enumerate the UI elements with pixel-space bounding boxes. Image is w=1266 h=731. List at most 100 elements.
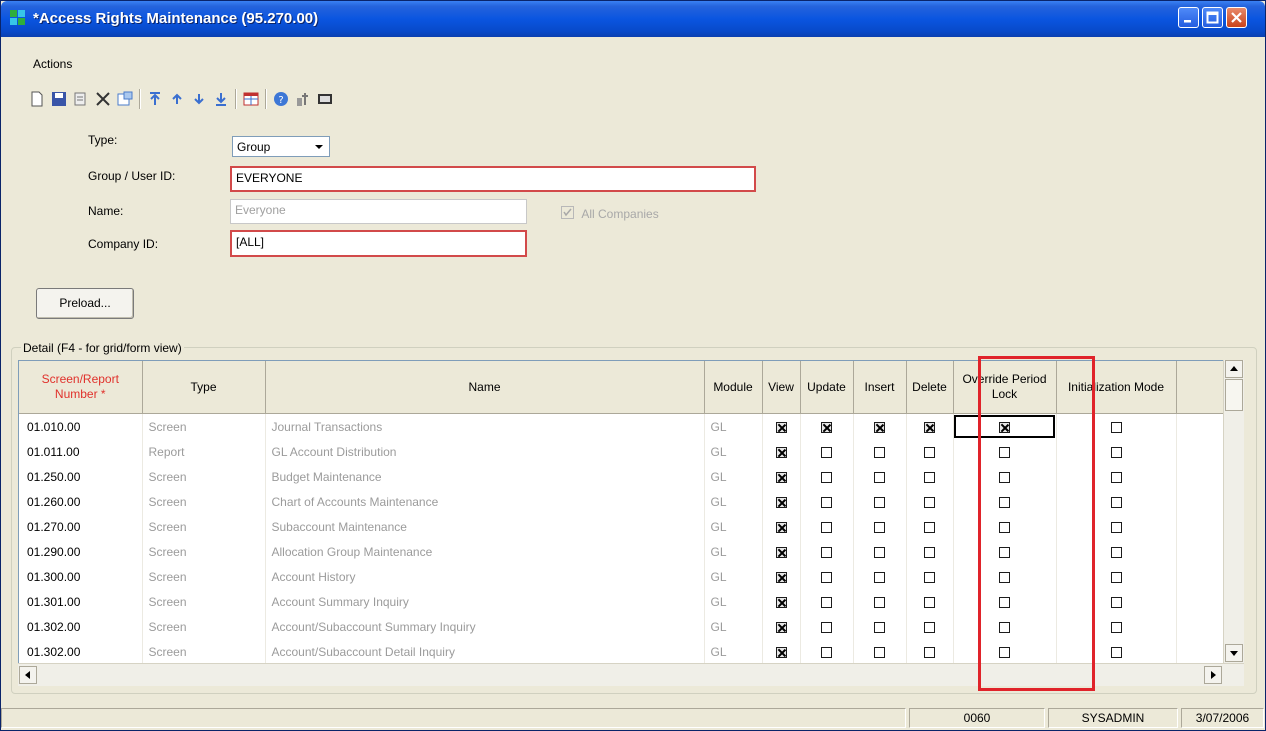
checkbox-unchecked-icon[interactable] bbox=[999, 621, 1010, 633]
checkbox-unchecked-icon[interactable] bbox=[821, 571, 832, 583]
preload-button[interactable]: Preload... bbox=[36, 288, 134, 319]
cell-module[interactable]: GL bbox=[704, 514, 763, 539]
checkbox-unchecked-icon[interactable] bbox=[821, 646, 832, 658]
cell-name[interactable]: Allocation Group Maintenance bbox=[265, 539, 705, 564]
cell-name[interactable]: Budget Maintenance bbox=[265, 464, 705, 489]
checkbox-unchecked-icon[interactable] bbox=[1110, 646, 1122, 658]
cell-module[interactable]: GL bbox=[704, 639, 763, 663]
checkbox-unchecked-icon[interactable] bbox=[924, 471, 935, 483]
table-row[interactable]: 01.301.00 Screen Account Summary Inquiry GL bbox=[19, 589, 1223, 614]
checkbox-checked-icon[interactable] bbox=[775, 621, 787, 633]
checkbox-unchecked-icon[interactable] bbox=[924, 596, 935, 608]
cell-name[interactable]: Journal Transactions bbox=[265, 413, 705, 439]
checkbox-unchecked-icon[interactable] bbox=[999, 471, 1010, 483]
close-icon[interactable] bbox=[1226, 7, 1247, 28]
checkbox-unchecked-icon[interactable] bbox=[1110, 546, 1122, 558]
cell-number[interactable]: 01.302.00 bbox=[19, 614, 143, 639]
col-type[interactable]: Type bbox=[142, 361, 266, 414]
help-icon[interactable]: ? bbox=[271, 89, 291, 109]
checkbox-unchecked-icon[interactable] bbox=[1110, 521, 1122, 533]
save-icon[interactable] bbox=[49, 89, 69, 109]
new-icon[interactable] bbox=[27, 89, 47, 109]
cancel-icon[interactable] bbox=[115, 89, 135, 109]
title-bar[interactable]: *Access Rights Maintenance (95.270.00) bbox=[1, 1, 1265, 37]
checkbox-unchecked-icon[interactable] bbox=[999, 571, 1010, 583]
cell-name[interactable]: Account/Subaccount Summary Inquiry bbox=[265, 614, 705, 639]
group-user-id-field[interactable]: EVERYONE bbox=[230, 166, 756, 192]
detail-grid[interactable]: Screen/Report Number * Type Name Module … bbox=[18, 360, 1224, 664]
cell-name[interactable]: GL Account Distribution bbox=[265, 439, 705, 464]
table-row[interactable]: 01.300.00 Screen Account History GL bbox=[19, 564, 1223, 589]
checkbox-unchecked-icon[interactable] bbox=[924, 496, 935, 508]
checkbox-unchecked-icon[interactable] bbox=[1110, 596, 1122, 608]
cell-number[interactable]: 01.010.00 bbox=[19, 413, 143, 439]
cell-type[interactable]: Screen bbox=[142, 639, 266, 663]
cell-number[interactable]: 01.301.00 bbox=[19, 589, 143, 614]
cell-type[interactable]: Report bbox=[142, 439, 266, 464]
prev-icon[interactable] bbox=[167, 89, 187, 109]
cell-module[interactable]: GL bbox=[704, 539, 763, 564]
last-icon[interactable] bbox=[211, 89, 231, 109]
checkbox-unchecked-icon[interactable] bbox=[924, 546, 935, 558]
checkbox-unchecked-icon[interactable] bbox=[924, 621, 935, 633]
scroll-down-icon[interactable] bbox=[1225, 644, 1243, 662]
checkbox-unchecked-icon[interactable] bbox=[821, 446, 832, 458]
cell-type[interactable]: Screen bbox=[142, 514, 266, 539]
col-view[interactable]: View bbox=[762, 361, 801, 414]
checkbox-unchecked-icon[interactable] bbox=[999, 546, 1010, 558]
checkbox-unchecked-icon[interactable] bbox=[821, 596, 832, 608]
cell-number[interactable]: 01.300.00 bbox=[19, 564, 143, 589]
cell-type[interactable]: Screen bbox=[142, 564, 266, 589]
table-row[interactable]: 01.250.00 Screen Budget Maintenance GL bbox=[19, 464, 1223, 489]
cell-module[interactable]: GL bbox=[704, 464, 763, 489]
horizontal-scrollbar[interactable] bbox=[18, 663, 1244, 686]
col-delete[interactable]: Delete bbox=[906, 361, 954, 414]
checkbox-checked-icon[interactable] bbox=[775, 421, 787, 433]
next-icon[interactable] bbox=[189, 89, 209, 109]
customize-icon[interactable] bbox=[293, 89, 313, 109]
checkbox-checked-icon[interactable] bbox=[775, 646, 787, 658]
table-row[interactable]: 01.260.00 Screen Chart of Accounts Mainten… bbox=[19, 489, 1223, 514]
cell-module[interactable]: GL bbox=[704, 439, 763, 464]
cell-name[interactable]: Chart of Accounts Maintenance bbox=[265, 489, 705, 514]
cell-number[interactable]: 01.260.00 bbox=[19, 489, 143, 514]
cell-number[interactable]: 01.270.00 bbox=[19, 514, 143, 539]
checkbox-unchecked-icon[interactable] bbox=[821, 496, 832, 508]
table-row[interactable]: 01.302.00 Screen Account/Subaccount Summar… bbox=[19, 614, 1223, 639]
table-row[interactable]: 01.010.00 Screen Journal Transactions GL bbox=[19, 413, 1223, 439]
scroll-thumb[interactable] bbox=[1225, 379, 1243, 411]
scroll-left-icon[interactable] bbox=[19, 666, 37, 684]
checkbox-unchecked-icon[interactable] bbox=[874, 446, 885, 458]
cell-type[interactable]: Screen bbox=[142, 464, 266, 489]
cell-name[interactable]: Account Summary Inquiry bbox=[265, 589, 705, 614]
scroll-right-icon[interactable] bbox=[1204, 666, 1222, 684]
copy-icon[interactable] bbox=[71, 89, 91, 109]
cell-name[interactable]: Account/Subaccount Detail Inquiry bbox=[265, 639, 705, 663]
maximize-icon[interactable] bbox=[1202, 7, 1223, 28]
cell-module[interactable]: GL bbox=[704, 413, 763, 439]
table-row[interactable]: 01.270.00 Screen Subaccount Maintenance GL bbox=[19, 514, 1223, 539]
table-row[interactable]: 01.011.00 Report GL Account Distribution GL bbox=[19, 439, 1223, 464]
type-select[interactable]: Group bbox=[232, 136, 330, 157]
checkbox-unchecked-icon[interactable] bbox=[924, 521, 935, 533]
checkbox-unchecked-icon[interactable] bbox=[924, 446, 935, 458]
grid-icon[interactable] bbox=[241, 89, 261, 109]
checkbox-unchecked-icon[interactable] bbox=[821, 521, 832, 533]
company-id-field[interactable]: [ALL] bbox=[230, 230, 527, 257]
checkbox-unchecked-icon[interactable] bbox=[1110, 571, 1122, 583]
checkbox-checked-icon[interactable] bbox=[775, 446, 787, 458]
cell-module[interactable]: GL bbox=[704, 589, 763, 614]
screen-icon[interactable] bbox=[315, 89, 335, 109]
cell-module[interactable]: GL bbox=[704, 614, 763, 639]
checkbox-unchecked-icon[interactable] bbox=[874, 546, 885, 558]
checkbox-unchecked-icon[interactable] bbox=[999, 446, 1010, 458]
checkbox-unchecked-icon[interactable] bbox=[999, 596, 1010, 608]
checkbox-unchecked-icon[interactable] bbox=[874, 571, 885, 583]
first-icon[interactable] bbox=[145, 89, 165, 109]
checkbox-checked-icon[interactable] bbox=[821, 421, 832, 433]
checkbox-checked-icon[interactable] bbox=[775, 546, 787, 558]
checkbox-checked-icon[interactable] bbox=[775, 521, 787, 533]
col-override-period-lock[interactable]: Override Period Lock bbox=[953, 361, 1057, 414]
checkbox-unchecked-icon[interactable] bbox=[999, 521, 1010, 533]
checkbox-unchecked-icon[interactable] bbox=[874, 646, 885, 658]
